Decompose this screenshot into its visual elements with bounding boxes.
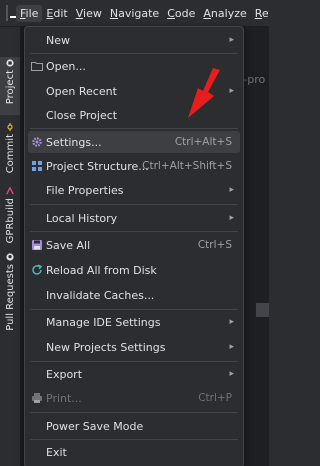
menu-item-label: Invalidate Caches... <box>46 288 155 302</box>
red-arrow-annotation <box>188 68 220 118</box>
tool-window-strip: Project Commit GPRbuild Pull Requests <box>0 27 21 466</box>
menu-item-power-save-mode[interactable]: Power Save Mode <box>28 415 240 437</box>
menu-item-export[interactable]: Export ▸ <box>28 363 240 385</box>
menu-refactor[interactable]: Refactor <box>251 5 269 22</box>
app-logo-icon[interactable] <box>6 5 16 21</box>
menu-item-label: New Projects Settings <box>46 340 166 354</box>
tool-project[interactable]: Project <box>0 59 20 104</box>
menu-item-label: Reload All from Disk <box>46 263 157 277</box>
gprbuild-icon <box>6 187 14 195</box>
shortcut-text: Ctrl+P <box>198 392 232 404</box>
menu-separator <box>30 439 238 440</box>
menu-item-manage-ide-settings[interactable]: Manage IDE Settings ▸ <box>28 311 240 333</box>
menu-analyze[interactable]: Analyze <box>199 5 250 22</box>
menu-separator <box>30 361 238 362</box>
submenu-arrow-icon: ▸ <box>229 185 234 195</box>
menu-item-project-structure[interactable]: Project Structure... Ctrl+Alt+Shift+S <box>28 155 240 177</box>
project-icon <box>6 59 14 67</box>
tool-project-label: Project <box>4 70 16 105</box>
menu-item-reload-all[interactable]: Reload All from Disk <box>28 259 240 281</box>
menu-item-print[interactable]: Print... Ctrl+P <box>28 387 240 409</box>
menu-item-label: Close Project <box>46 108 118 122</box>
submenu-arrow-icon: ▸ <box>229 213 234 223</box>
tool-pull-requests-label: Pull Requests <box>4 264 16 331</box>
submenu-arrow-icon: ▸ <box>229 342 234 352</box>
tool-gprbuild-label: GPRbuild <box>4 198 16 244</box>
menu-item-invalidate-caches[interactable]: Invalidate Caches... <box>28 284 240 306</box>
menu-code[interactable]: Code <box>163 5 199 22</box>
menu-edit[interactable]: Edit <box>42 5 71 22</box>
submenu-arrow-icon: ▸ <box>229 317 234 327</box>
menu-item-label: Save All <box>46 238 91 252</box>
commit-icon <box>7 123 13 131</box>
tool-gprbuild[interactable]: GPRbuild <box>0 187 20 243</box>
menu-bar: File Edit View Navigate Code Analyze Ref… <box>0 0 269 27</box>
editor-selection-fragment <box>256 303 269 317</box>
menu-item-label: File Properties <box>46 183 124 197</box>
menu-separator <box>30 128 238 129</box>
shortcut-text: Ctrl+S <box>197 239 232 251</box>
menu-item-local-history[interactable]: Local History ▸ <box>28 207 240 229</box>
menu-item-label: Export <box>46 367 83 381</box>
structure-icon <box>31 160 43 172</box>
menu-file[interactable]: File <box>16 4 43 22</box>
folder-icon <box>31 60 43 72</box>
menu-item-new[interactable]: New ▸ <box>28 29 240 51</box>
tool-pull-requests[interactable]: Pull Requests <box>0 253 20 331</box>
menu-item-label: Project Structure... <box>46 159 149 173</box>
menu-item-new-projects-settings[interactable]: New Projects Settings ▸ <box>28 336 240 358</box>
menu-separator <box>30 53 238 54</box>
ide-window: File Edit View Navigate Code Analyze Ref… <box>0 0 269 466</box>
menu-item-settings[interactable]: Settings... Ctrl+Alt+S <box>28 131 240 153</box>
menu-separator <box>30 412 238 413</box>
menu-item-exit[interactable]: Exit <box>28 441 240 463</box>
menu-item-label: Open Recent <box>46 84 117 98</box>
menu-separator <box>30 309 238 310</box>
shortcut-text: Ctrl+Alt+S <box>174 136 232 148</box>
submenu-arrow-icon: ▸ <box>229 35 234 45</box>
menu-item-label: Print... <box>46 391 82 405</box>
menu-item-label: Settings... <box>46 135 102 149</box>
menu-navigate[interactable]: Navigate <box>106 5 163 22</box>
menu-item-label: Manage IDE Settings <box>46 315 161 329</box>
tool-commit[interactable]: Commit <box>0 123 20 173</box>
menu-item-label: Power Save Mode <box>46 419 144 433</box>
menu-item-label: Local History <box>46 211 118 225</box>
menu-item-label: Open... <box>46 59 86 73</box>
shortcut-text: Ctrl+Alt+Shift+S <box>142 160 232 172</box>
menu-separator <box>30 231 238 232</box>
menu-item-save-all[interactable]: Save All Ctrl+S <box>28 234 240 256</box>
gear-icon <box>31 136 43 148</box>
tool-commit-label: Commit <box>4 134 16 174</box>
menu-separator <box>30 204 238 205</box>
menu-item-file-properties[interactable]: File Properties ▸ <box>28 179 240 201</box>
menu-view[interactable]: View <box>72 5 106 22</box>
menu-item-label: New <box>46 33 70 47</box>
print-icon <box>31 392 43 404</box>
reload-icon <box>31 264 43 276</box>
save-icon <box>31 239 43 251</box>
github-icon <box>6 253 14 261</box>
submenu-arrow-icon: ▸ <box>229 369 234 379</box>
menu-item-label: Exit <box>46 445 67 459</box>
